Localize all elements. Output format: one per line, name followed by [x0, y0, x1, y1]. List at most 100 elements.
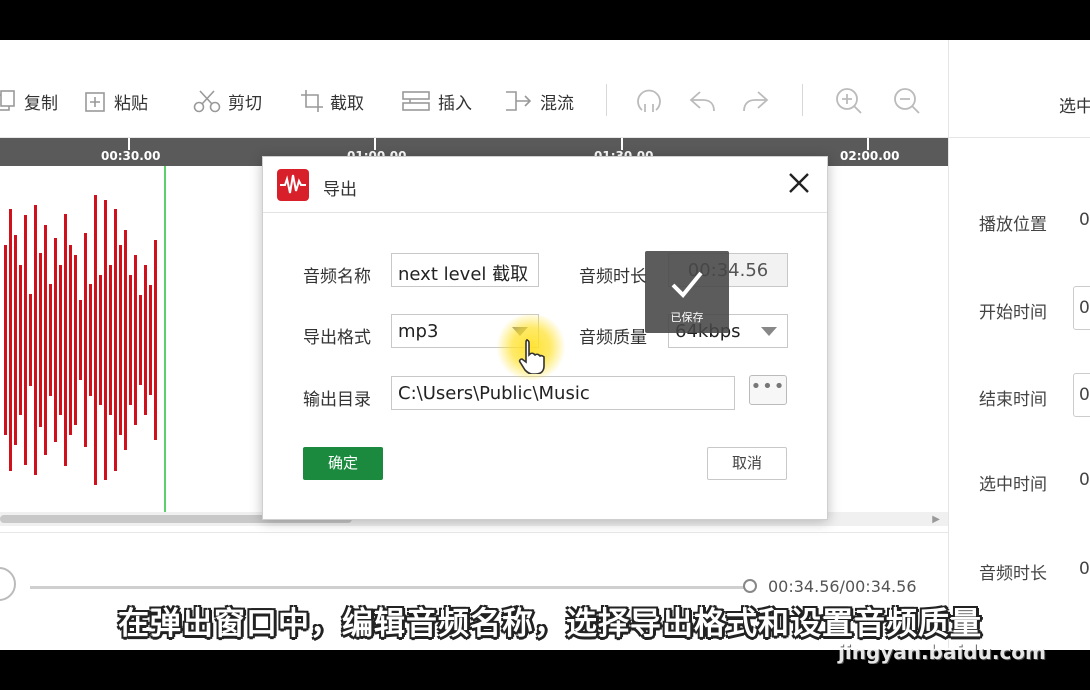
mix-icon: [504, 89, 534, 113]
playback-progress-knob[interactable]: [743, 579, 757, 593]
scroll-right-icon[interactable]: ▶: [932, 514, 940, 525]
waveform-bar: [89, 284, 92, 396]
zoom-in-button[interactable]: [834, 86, 864, 116]
audio-quality-label: 音频质量: [579, 328, 647, 348]
trim-label: 截取: [330, 93, 364, 114]
crop-icon: [300, 89, 324, 113]
audio-name-label: 音频名称: [303, 267, 371, 287]
waveform-bar: [104, 200, 107, 480]
ruler-label: 00:30.00: [101, 149, 161, 163]
redo-button[interactable]: [740, 86, 770, 116]
selection-time-label: 选中时间: [979, 475, 1047, 495]
waveform-bar: [54, 238, 57, 442]
waveform-bar: [134, 255, 137, 425]
dialog-header: 导出: [263, 157, 827, 213]
export-format-label: 导出格式: [303, 328, 371, 348]
start-time-value: 0: [1079, 298, 1090, 318]
playhead-marker[interactable]: [164, 166, 166, 512]
output-dir-label: 输出目录: [303, 390, 371, 410]
waveform-bar: [114, 209, 117, 471]
audio-name-input[interactable]: next level 截取: [391, 253, 539, 287]
cut-label: 剪切: [228, 93, 262, 114]
paste-button[interactable]: 粘贴: [84, 86, 148, 116]
hand-cursor-icon: [518, 338, 548, 378]
waveform-bar: [19, 265, 22, 415]
waveform-bar: [154, 240, 157, 440]
scissors-icon: [192, 89, 222, 113]
waveform-bar: [144, 265, 147, 415]
confirm-button[interactable]: 确定: [303, 447, 383, 480]
browse-button[interactable]: •••: [749, 375, 787, 405]
waveform-bar: [49, 284, 52, 396]
toolbar-divider: [606, 84, 607, 116]
waveform-bar: [24, 215, 27, 465]
play-position-value: 0: [1079, 210, 1090, 230]
saved-toast-text: 已保存: [670, 311, 704, 324]
selection-info-panel: 选中 播放位置 0 开始时间 0 结束时间 0 选中时间 0 音频时长 0: [948, 40, 1090, 650]
insert-icon: [402, 89, 432, 113]
ruler-label: 02:00.00: [840, 149, 900, 163]
play-button[interactable]: [0, 567, 16, 601]
cut-button[interactable]: 剪切: [192, 86, 262, 116]
trim-button[interactable]: 截取: [300, 86, 364, 116]
waveform-bar: [99, 275, 102, 405]
copy-label: 复制: [24, 93, 58, 114]
waveform-bar: [9, 209, 12, 471]
selection-time-value: 0: [1079, 470, 1090, 490]
copy-icon: [0, 89, 18, 113]
zoom-out-button[interactable]: [892, 86, 922, 116]
waveform-bar: [74, 255, 77, 425]
undo-button[interactable]: [688, 86, 718, 116]
waveform-bar: [14, 235, 17, 445]
loop-button[interactable]: [634, 86, 664, 116]
mix-label: 混流: [540, 93, 574, 114]
play-position-label: 播放位置: [979, 215, 1047, 235]
loop-icon: [634, 86, 664, 116]
app-logo-icon: [277, 169, 309, 201]
insert-button[interactable]: 插入: [402, 86, 472, 116]
paste-icon: [84, 89, 108, 113]
waveform-bar: [139, 295, 142, 385]
undo-icon: [688, 86, 718, 116]
waveform-bar: [84, 233, 87, 447]
waveform-bar: [119, 245, 122, 435]
waveform-bar: [59, 265, 62, 415]
audio-duration-value: 0: [1079, 559, 1090, 579]
end-time-label: 结束时间: [979, 390, 1047, 410]
redo-icon: [740, 86, 770, 116]
toolbar: 复制 粘贴 剪切 截取 插入 混流: [0, 40, 948, 138]
export-format-value: mp3: [398, 321, 439, 342]
dialog-title: 导出: [323, 180, 357, 200]
start-time-label: 开始时间: [979, 303, 1047, 323]
watermark: jingyan.baidu.com: [838, 640, 1046, 664]
waveform-bar: [4, 245, 7, 435]
close-icon[interactable]: [785, 169, 813, 197]
audio-duration-label: 音频时长: [979, 564, 1047, 584]
insert-label: 插入: [438, 93, 472, 114]
playback-time: 00:34.56/00:34.56: [768, 577, 917, 596]
letterbox-top: [0, 0, 1090, 40]
waveform-bar: [94, 195, 97, 485]
zoom-out-icon: [892, 86, 922, 116]
playback-progress-track[interactable]: [30, 586, 750, 589]
waveform-bar: [29, 294, 32, 386]
toolbar-divider: [802, 84, 803, 116]
waveform-bar: [34, 205, 37, 475]
output-dir-input[interactable]: C:\Users\Public\Music: [391, 376, 735, 410]
waveform-bar: [109, 265, 112, 415]
waveform-bar: [149, 285, 152, 395]
saved-toast: 已保存: [645, 251, 729, 333]
mix-button[interactable]: 混流: [504, 86, 574, 116]
audio-duration-label: 音频时长: [579, 267, 647, 287]
waveform-bar: [79, 300, 82, 380]
cancel-button[interactable]: 取消: [707, 447, 787, 480]
waveform-bar: [44, 225, 47, 455]
video-subtitle: 在弹出窗口中，编辑音频名称，选择导出格式和设置音频质量: [118, 606, 982, 642]
chevron-down-icon: [761, 327, 777, 336]
waveform-bar: [39, 253, 42, 427]
checkmark-icon: [671, 271, 703, 298]
waveform-bar: [124, 230, 127, 450]
paste-label: 粘贴: [114, 93, 148, 114]
copy-button[interactable]: 复制: [0, 86, 58, 116]
panel-header: 选中: [949, 40, 1090, 138]
